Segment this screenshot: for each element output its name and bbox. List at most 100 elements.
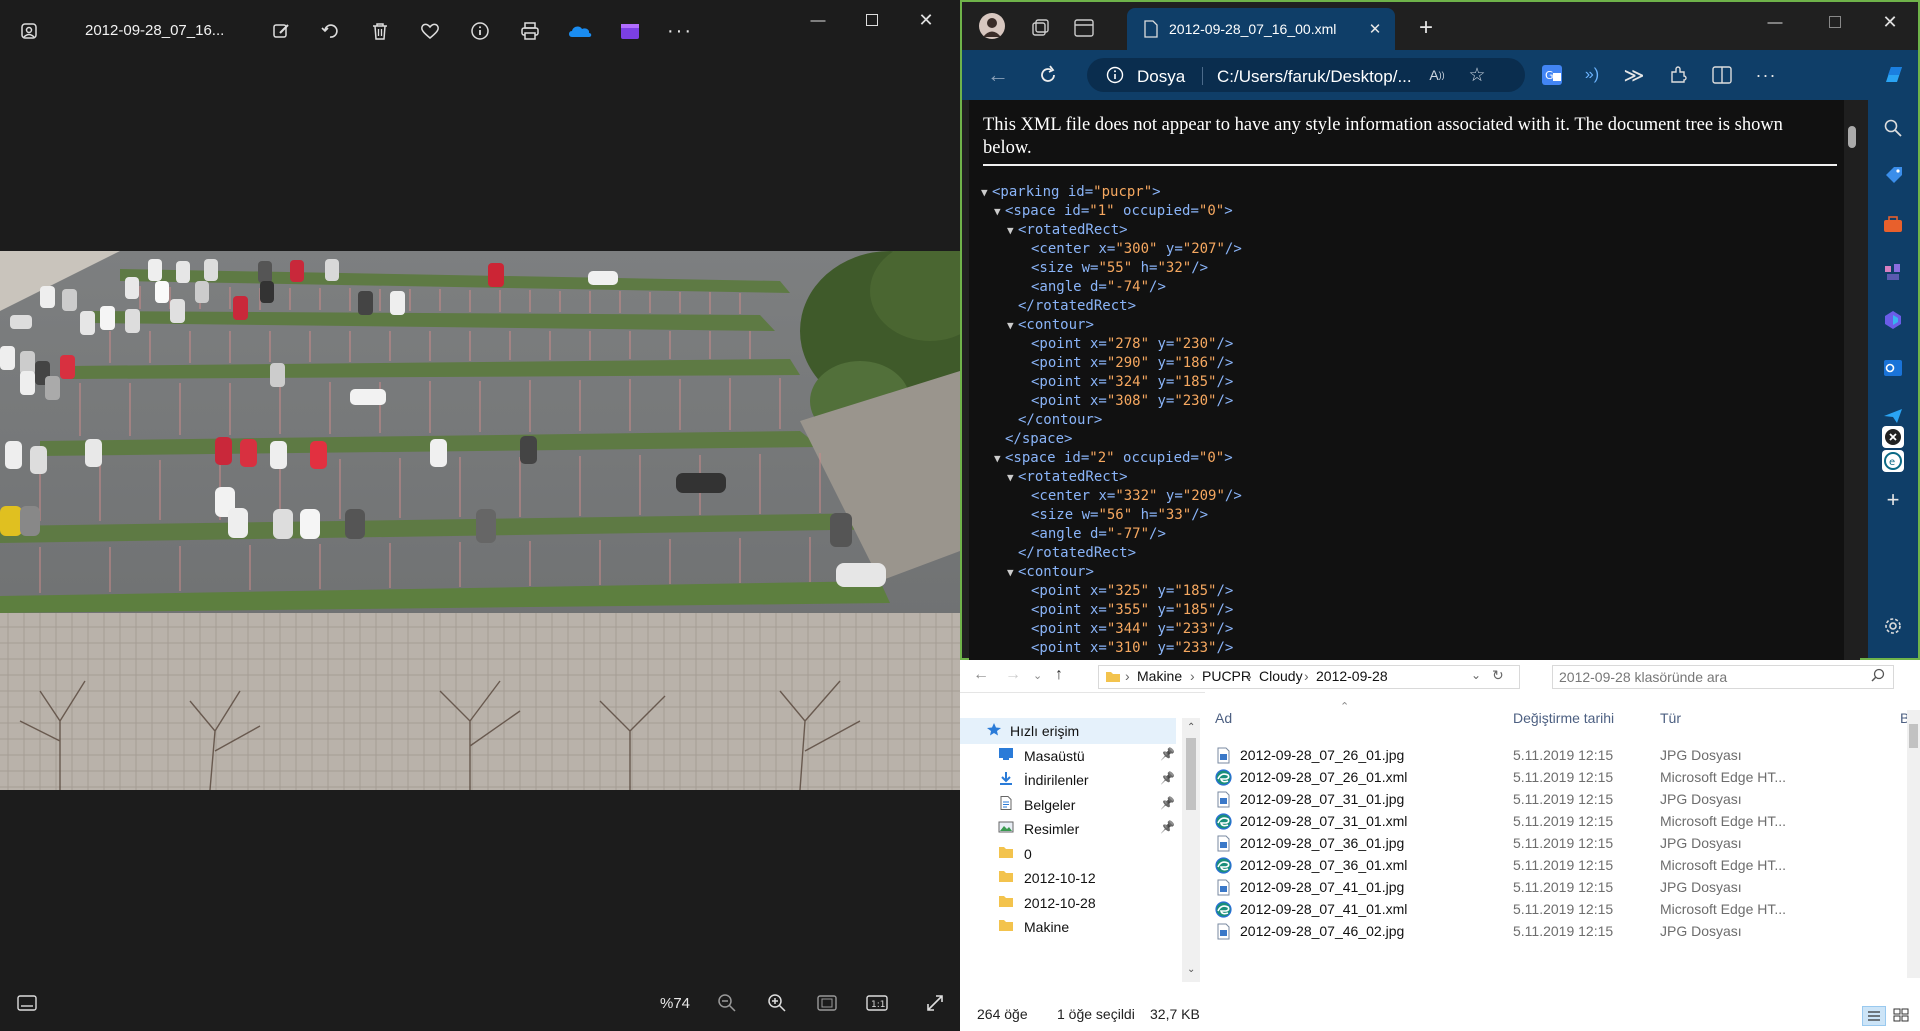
- scroll-thumb[interactable]: [1848, 126, 1856, 148]
- sidebar-item-makine[interactable]: Makine: [960, 914, 1176, 940]
- xml-scrollbar[interactable]: [1844, 100, 1860, 660]
- collapse-triangle-icon[interactable]: ▼: [1007, 221, 1018, 240]
- jpg-file-icon: [1215, 791, 1232, 808]
- sidebar-item-belgeler[interactable]: Belgeler 📌: [960, 792, 1176, 818]
- workspaces-icon[interactable]: [1024, 12, 1056, 44]
- close-icon[interactable]: ✕: [903, 4, 949, 36]
- file-list-scrollbar[interactable]: [1907, 710, 1920, 978]
- up-icon[interactable]: ↑: [1055, 666, 1063, 684]
- address-url[interactable]: C:/Users/faruk/Desktop/...: [1217, 67, 1412, 87]
- sidebar-item-2012-10-28[interactable]: 2012-10-28: [960, 890, 1176, 916]
- back-icon[interactable]: ←: [973, 666, 989, 684]
- edit-icon[interactable]: [266, 16, 296, 46]
- close-circle-icon[interactable]: [1882, 426, 1904, 448]
- microsoft-365-icon[interactable]: [1877, 304, 1909, 336]
- split-screen-icon[interactable]: [1706, 59, 1738, 91]
- outlook-icon[interactable]: [1877, 352, 1909, 384]
- translate-icon[interactable]: G: [1536, 59, 1568, 91]
- settings-more-icon[interactable]: ···: [1750, 59, 1782, 91]
- favorite-star-icon[interactable]: ☆: [1461, 59, 1493, 91]
- maximize-icon[interactable]: [849, 4, 895, 36]
- extensions-icon[interactable]: [1662, 59, 1694, 91]
- breadcrumb-date[interactable]: 2012-09-28: [1316, 668, 1388, 684]
- tools-icon[interactable]: [1877, 208, 1909, 240]
- refresh-icon[interactable]: [1032, 59, 1064, 91]
- xml-indent: [1020, 601, 1031, 620]
- sidebar-item-i-ndirilenler[interactable]: İndirilenler 📌: [960, 767, 1176, 793]
- search-icon[interactable]: [1871, 668, 1885, 685]
- new-tab-icon[interactable]: +: [1410, 12, 1442, 44]
- xml-line: <point x="310" y="233"/>: [981, 639, 1242, 658]
- breadcrumb-cloudy[interactable]: Cloudy: [1259, 668, 1303, 684]
- more-icon[interactable]: ···: [665, 16, 695, 46]
- print-icon[interactable]: [515, 16, 545, 46]
- collapse-triangle-icon[interactable]: ▼: [994, 202, 1005, 221]
- profile-avatar[interactable]: [976, 10, 1008, 42]
- zoom-out-icon[interactable]: [712, 988, 742, 1018]
- zoom-in-icon[interactable]: [762, 988, 792, 1018]
- scroll-down-icon[interactable]: ⌄: [1187, 964, 1195, 975]
- fullscreen-icon[interactable]: [920, 988, 950, 1018]
- xml-attr-value: "2": [1089, 450, 1115, 466]
- scroll-thumb[interactable]: [1909, 724, 1918, 748]
- scroll-up-icon[interactable]: ⌃: [1187, 722, 1195, 733]
- tab-close-icon[interactable]: ✕: [1359, 13, 1391, 45]
- read-aloud-active-icon[interactable]: »): [1576, 59, 1608, 91]
- photos-app-icon[interactable]: [14, 16, 44, 46]
- edge-maximize-icon[interactable]: [1812, 6, 1858, 38]
- rotate-icon[interactable]: [315, 16, 345, 46]
- desktop-icon: [998, 747, 1014, 761]
- tab-actions-icon[interactable]: [1068, 12, 1100, 44]
- collapse-triangle-icon[interactable]: ▼: [1007, 468, 1018, 487]
- favorite-icon[interactable]: [415, 16, 445, 46]
- forward-icon[interactable]: →: [1005, 666, 1021, 684]
- onedrive-icon[interactable]: [565, 16, 595, 46]
- info-icon[interactable]: [1099, 59, 1131, 91]
- clipchamp-icon[interactable]: [615, 16, 645, 46]
- breadcrumb-makine[interactable]: Makine: [1137, 668, 1182, 684]
- add-sidebar-app-icon[interactable]: +: [1877, 484, 1909, 516]
- sidebar-item-masaüstü[interactable]: Masaüstü 📌: [960, 743, 1176, 769]
- file-name: 2012-09-28_07_26_01.xml: [1240, 769, 1408, 785]
- sidebar-item-resimler[interactable]: Resimler 📌: [960, 816, 1176, 842]
- actual-size-icon[interactable]: 1:1: [862, 988, 892, 1018]
- navigation-scrollbar[interactable]: ⌃ ⌄: [1182, 718, 1200, 982]
- address-breadcrumb[interactable]: › Makine › PUCPR › Cloudy › 2012-09-28 ⌄…: [1098, 665, 1520, 689]
- file-row[interactable]: 2012-09-28_07_46_02.jpg 5.11.2019 12:15 JP…: [1205, 918, 1905, 945]
- shopping-icon[interactable]: [1877, 160, 1909, 192]
- extension-arrow-icon[interactable]: ≫: [1618, 59, 1650, 91]
- info-icon[interactable]: [465, 16, 495, 46]
- xml-attr-name: x=: [1081, 393, 1107, 409]
- sidebar-item-2012-10-12[interactable]: 2012-10-12: [960, 865, 1176, 891]
- sidebar-settings-icon[interactable]: [1877, 610, 1909, 642]
- tab-xml-file[interactable]: 2012-09-28_07_16_00.xml ✕: [1127, 8, 1395, 50]
- copilot-icon[interactable]: [1878, 59, 1910, 91]
- delete-icon[interactable]: [365, 16, 395, 46]
- search-icon[interactable]: [1877, 112, 1909, 144]
- breadcrumb-dropdown-icon[interactable]: ⌄: [1471, 668, 1481, 682]
- collapse-triangle-icon[interactable]: ▼: [1007, 316, 1018, 335]
- collapse-triangle-icon[interactable]: ▼: [981, 183, 992, 202]
- games-icon[interactable]: [1877, 256, 1909, 288]
- refresh-icon[interactable]: ↻: [1492, 667, 1504, 684]
- recent-locations-icon[interactable]: ⌄: [1033, 669, 1042, 682]
- collapse-triangle-icon[interactable]: ▼: [994, 449, 1005, 468]
- minimize-icon[interactable]: —: [795, 4, 841, 36]
- edge-close-icon[interactable]: ✕: [1867, 6, 1913, 38]
- scroll-thumb[interactable]: [1186, 738, 1196, 810]
- edge-minimize-icon[interactable]: —: [1752, 6, 1798, 38]
- sidebar-item-0[interactable]: 0: [960, 841, 1176, 867]
- parking-lot-photo[interactable]: [0, 251, 960, 790]
- large-icons-view-icon[interactable]: [1890, 1006, 1912, 1024]
- details-view-icon[interactable]: [1862, 1006, 1886, 1026]
- edge-extension-icon[interactable]: e: [1882, 450, 1904, 472]
- filmstrip-icon[interactable]: [12, 988, 42, 1018]
- back-icon[interactable]: ←: [982, 59, 1014, 91]
- fit-icon[interactable]: [812, 988, 842, 1018]
- address-bar[interactable]: Dosya C:/Users/faruk/Desktop/... A)) ☆: [1087, 58, 1525, 92]
- search-input[interactable]: 2012-09-28 klasöründe ara: [1552, 665, 1894, 689]
- read-aloud-icon[interactable]: A)): [1421, 59, 1453, 91]
- breadcrumb-pucpr[interactable]: PUCPR: [1202, 668, 1251, 684]
- collapse-triangle-icon[interactable]: ▼: [1007, 563, 1018, 582]
- sidebar-item-hızlı-erişim[interactable]: Hızlı erişim: [960, 718, 1176, 744]
